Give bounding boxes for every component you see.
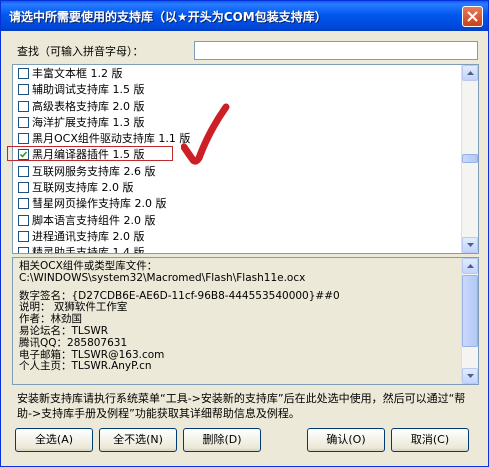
select-none-button[interactable]: 全不选(N) — [99, 428, 177, 452]
library-checkbox[interactable] — [18, 182, 29, 194]
info-line: 电子邮箱：TLSWR@163.com — [19, 348, 165, 361]
library-item-label: 精灵助手支持库 1.4 版 — [32, 246, 145, 254]
info-line: 说明： 双狮软件工作室 — [19, 301, 128, 314]
close-button[interactable] — [462, 6, 483, 27]
close-icon — [467, 11, 478, 22]
library-item[interactable]: 丰富文本框 1.2 版 — [16, 66, 456, 82]
library-item[interactable]: 辅助调试支持库 1.5 版 — [16, 82, 456, 98]
chevron-down-icon — [467, 243, 474, 247]
library-item-label: 进程通讯支持库 2.0 版 — [32, 229, 145, 243]
install-instructions: 安装新支持库请执行系统菜单“工具->安装新的支持库”后在此处选中使用，然后可以通… — [17, 392, 466, 420]
library-item-label: 黑月OCX组件驱动支持库 1.1 版 — [32, 132, 191, 146]
scroll-up-button[interactable] — [462, 65, 478, 81]
library-checkbox[interactable] — [18, 165, 29, 177]
info-line: 数字签名：{D27CDB6E-AE6D-11cf-96B8-4445535400… — [19, 289, 340, 302]
library-info-panel: 相关OCX组件或类型库文件： C:\WINDOWS\system32\Macrom… — [12, 257, 479, 385]
scroll-thumb[interactable] — [462, 154, 478, 163]
title-bar[interactable]: 请选中所需要使用的支持库（以★开头为COM包装支持库） — [1, 1, 488, 31]
chevron-down-icon — [467, 374, 474, 378]
window-title: 请选中所需要使用的支持库（以★开头为COM包装支持库） — [9, 10, 327, 24]
red-checkmark-annotation — [181, 103, 230, 165]
library-checkbox[interactable] — [18, 68, 29, 79]
info-line: 易论坛名：TLSWR — [19, 324, 109, 337]
info-line: 作者：林劲国 — [19, 313, 82, 326]
library-item-label: 互联网服务支持库 2.6 版 — [32, 164, 156, 178]
library-checkbox[interactable] — [18, 214, 29, 226]
list-scrollbar[interactable] — [461, 65, 478, 253]
library-checkbox[interactable] — [18, 230, 29, 242]
info-line: 腾讯QQ：285807631 — [19, 336, 128, 349]
library-item[interactable]: 精灵助手支持库 1.4 版 — [16, 245, 456, 254]
library-info-text: 相关OCX组件或类型库文件： C:\WINDOWS\system32\Macrom… — [19, 260, 449, 372]
info-scroll-down-button[interactable] — [462, 368, 478, 384]
library-item-label: 互联网支持库 2.0 版 — [32, 181, 134, 195]
search-label: 查找（可输入拼音字母）： — [17, 45, 144, 58]
library-checkbox[interactable] — [18, 116, 29, 128]
info-scrollbar[interactable] — [461, 258, 478, 384]
cancel-button[interactable]: 取消(C) — [391, 428, 469, 452]
library-checkbox[interactable] — [18, 133, 29, 145]
library-checkbox[interactable] — [18, 84, 29, 96]
library-item-label: 脚本语言支持组件 2.0 版 — [32, 213, 156, 227]
info-line: 相关OCX组件或类型库文件： — [19, 260, 158, 272]
ok-button[interactable]: 确认(O) — [307, 428, 385, 452]
info-line: 个人主页：TLSWR.AnyP.cn — [19, 360, 152, 373]
scroll-down-button[interactable] — [462, 237, 478, 253]
library-item[interactable]: 进程通讯支持库 2.0 版 — [16, 229, 456, 245]
info-scroll-up-button[interactable] — [462, 258, 478, 274]
info-scroll-thumb[interactable] — [462, 275, 478, 347]
delete-button[interactable]: 删除(D) — [183, 428, 261, 452]
library-checkbox[interactable] — [18, 198, 29, 210]
library-item[interactable]: 脚本语言支持组件 2.0 版 — [16, 213, 456, 229]
library-selection-dialog: 请选中所需要使用的支持库（以★开头为COM包装支持库） 查找（可输入拼音字母）：… — [0, 0, 489, 467]
chevron-up-icon — [467, 264, 474, 268]
select-all-button[interactable]: 全选(A) — [15, 428, 93, 452]
library-item[interactable]: 彗星网页操作支持库 2.0 版 — [16, 196, 456, 212]
library-item-label: 丰富文本框 1.2 版 — [32, 67, 123, 80]
library-checkbox[interactable] — [18, 247, 29, 253]
library-checkbox[interactable] — [18, 100, 29, 112]
library-item-label: 辅助调试支持库 1.5 版 — [32, 83, 145, 97]
selected-item-highlight — [7, 146, 173, 161]
info-line: C:\WINDOWS\system32\Macromed\Flash\Flash… — [19, 271, 306, 284]
library-item-label: 高级表格支持库 2.0 版 — [32, 99, 145, 113]
library-item-label: 海洋扩展支持库 1.3 版 — [32, 115, 145, 129]
library-item[interactable]: 互联网支持库 2.0 版 — [16, 180, 456, 196]
chevron-up-icon — [467, 71, 474, 75]
search-input[interactable] — [194, 41, 478, 60]
library-item[interactable]: 互联网服务支持库 2.6 版 — [16, 164, 456, 180]
library-item-label: 彗星网页操作支持库 2.0 版 — [32, 197, 167, 211]
